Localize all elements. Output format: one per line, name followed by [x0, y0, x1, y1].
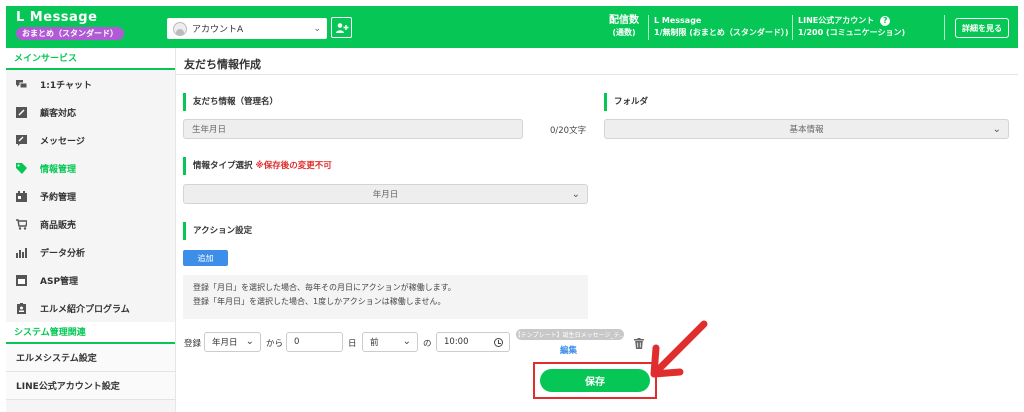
pointer-arrow-icon — [650, 320, 708, 378]
info-name-input[interactable]: 生年月日 — [183, 119, 523, 139]
sidebar-item-line-account[interactable]: LINE公式アカウント設定 — [6, 372, 175, 400]
info-type-select[interactable]: 年月日 ⌄ — [183, 184, 588, 204]
sidebar-item-label: 予約管理 — [40, 192, 77, 203]
info-type-warning: ※保存後の変更不可 — [255, 161, 332, 171]
sidebar-item-label: 顧客対応 — [40, 108, 77, 119]
info-type-value: 年月日 — [372, 190, 399, 200]
sidebar-item-label: データ分析 — [40, 248, 86, 259]
direction-select[interactable]: 前 ⌄ — [362, 332, 418, 352]
line-account-stat: LINE公式アカウント? 1/200 (コミュニケーション) — [798, 15, 905, 39]
edit-link[interactable]: 編集 — [560, 344, 577, 356]
trash-icon[interactable] — [634, 338, 644, 349]
clock-icon — [494, 338, 503, 347]
template-tag[interactable]: 【テンプレート】誕生日メッセージ_テ... — [516, 329, 624, 340]
time-input[interactable]: 10:00 — [436, 332, 510, 352]
date-unit-select[interactable]: 年月日 ⌄ — [204, 332, 261, 352]
lmessage-stat: L Message 1/無制限 (おまとめ（スタンダード）) — [654, 15, 789, 39]
top-header: L Message おまとめ（スタンダード） アカウントA ⌄ 配信数 (通数)… — [6, 6, 1018, 48]
line-account-label: LINE公式アカウント — [798, 16, 875, 25]
page-title: 友だち情報作成 — [184, 58, 261, 71]
info-type-label: 情報タイプ選択 ※保存後の変更不可 — [183, 157, 332, 175]
add-user-icon — [335, 22, 348, 33]
message-icon — [16, 134, 27, 146]
sidebar: メインサービス 1:1チャット 顧客対応 メッセージ 情報管理 予約管理 商品販… — [6, 48, 176, 412]
folder-select[interactable]: 基本情報 ⌄ — [604, 119, 1009, 139]
sidebar-item-label: メッセージ — [40, 136, 85, 147]
sidebar-item-label: 1:1チャット — [40, 80, 93, 91]
chat-icon — [16, 79, 27, 90]
sidebar-item-customer[interactable]: 顧客対応 — [6, 98, 175, 126]
tag-icon — [16, 162, 27, 174]
delivery-sub: (通数) — [612, 28, 636, 37]
action-note: 登録「月日」を選択した場合、毎年その月日にアクションが稼働します。 登録「年月日… — [183, 275, 588, 319]
chevron-down-icon: ⌄ — [245, 336, 254, 347]
from-label: から — [266, 339, 284, 349]
cart-icon — [16, 218, 27, 230]
line-account-value: 1/200 (コミュニケーション) — [798, 28, 906, 37]
header-divider — [792, 15, 793, 40]
sidebar-item-label: 情報管理 — [40, 164, 77, 175]
sidebar-item-reservation[interactable]: 予約管理 — [6, 182, 175, 210]
edit-icon — [16, 106, 27, 118]
sidebar-item-label: ASP管理 — [40, 276, 79, 287]
lmessage-value: 1/無制限 (おまとめ（スタンダード）) — [654, 28, 789, 37]
sidebar-section-system: システム管理関連 — [6, 322, 175, 344]
view-details-button[interactable]: 詳細を見る — [955, 18, 1009, 38]
char-count: 0/20文字 — [550, 126, 587, 136]
note-line: 登録「年月日」を選択した場合、1度しかアクションは稼働しません。 — [193, 297, 446, 306]
sidebar-item-sales[interactable]: 商品販売 — [6, 210, 175, 238]
chevron-down-icon: ⌄ — [571, 189, 580, 200]
avatar-icon — [173, 21, 187, 36]
chevron-down-icon: ⌄ — [313, 23, 321, 34]
info-type-label-text: 情報タイプ選択 — [193, 161, 253, 171]
save-button[interactable]: 保存 — [540, 369, 650, 392]
save-highlight: 保存 — [533, 362, 657, 399]
direction-value: 前 — [370, 338, 379, 348]
of-label: の — [423, 339, 432, 349]
register-label: 登録 — [184, 339, 202, 349]
chevron-down-icon: ⌄ — [992, 124, 1001, 135]
info-name-label: 友だち情報（管理名） — [183, 93, 278, 111]
date-unit-value: 年月日 — [212, 338, 238, 348]
folder-label: フォルダ — [604, 93, 648, 111]
folder-value: 基本情報 — [789, 125, 824, 135]
account-name: アカウントA — [192, 25, 244, 35]
account-select[interactable]: アカウントA ⌄ — [167, 18, 327, 39]
chevron-down-icon: ⌄ — [402, 336, 411, 347]
header-divider — [648, 15, 649, 40]
divider — [176, 74, 1018, 75]
calendar-icon — [16, 190, 27, 202]
main-content: 友だち情報作成 友だち情報（管理名） 生年月日 0/20文字 フォルダ 基本情報… — [176, 48, 1018, 412]
plan-badge: おまとめ（スタンダード） — [16, 27, 124, 40]
sidebar-item-analytics[interactable]: データ分析 — [6, 238, 175, 266]
monitor-icon — [16, 274, 27, 286]
sidebar-item-label: エルメ紹介プログラム — [40, 304, 130, 315]
days-input[interactable]: 0 — [286, 332, 343, 352]
sidebar-item-asp[interactable]: ASP管理 — [6, 266, 175, 294]
action-settings-label: アクション設定 — [183, 222, 252, 240]
badge-icon — [16, 302, 27, 314]
sidebar-item-referral[interactable]: エルメ紹介プログラム — [6, 294, 175, 322]
note-line: 登録「月日」を選択した場合、毎年その月日にアクションが稼働します。 — [193, 283, 456, 292]
lmessage-label: L Message — [654, 16, 702, 25]
help-icon[interactable]: ? — [880, 16, 891, 26]
brand-name: L Message — [16, 10, 98, 25]
day-unit-label: 日 — [348, 339, 357, 349]
add-account-button[interactable] — [331, 17, 352, 38]
sidebar-item-chat[interactable]: 1:1チャット — [6, 70, 175, 98]
delivery-label: 配信数 — [609, 15, 639, 26]
delivery-count-stat: 配信数 (通数) — [609, 15, 639, 39]
sidebar-item-info-management[interactable]: 情報管理 — [6, 154, 175, 182]
chart-icon — [16, 247, 27, 258]
sidebar-item-label: 商品販売 — [40, 220, 77, 231]
brand[interactable]: L Message おまとめ（スタンダード） — [16, 10, 124, 40]
header-divider — [944, 15, 945, 40]
sidebar-item-elme-system[interactable]: エルメシステム設定 — [6, 344, 175, 372]
sidebar-section-main: メインサービス — [6, 48, 175, 70]
sidebar-item-message[interactable]: メッセージ — [6, 126, 175, 154]
time-value: 10:00 — [444, 337, 469, 347]
add-action-button[interactable]: 追加 — [183, 250, 228, 266]
